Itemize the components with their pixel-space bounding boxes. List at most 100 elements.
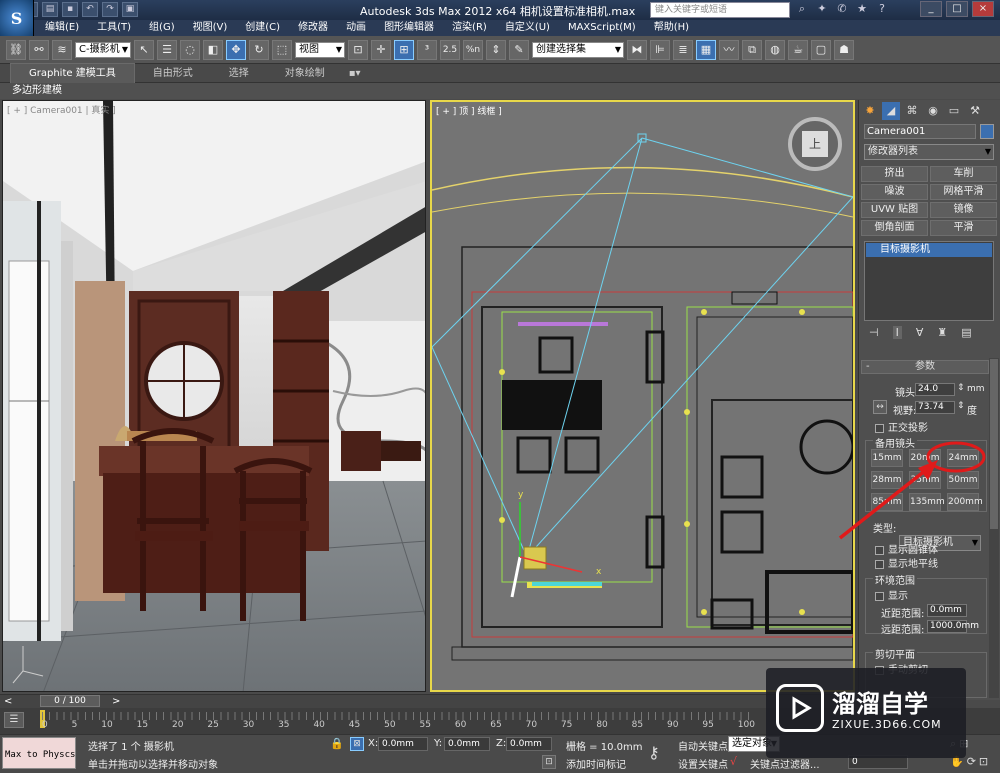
tab-object-paint[interactable]: 对象绘制 bbox=[267, 64, 343, 83]
manipulate-icon[interactable]: ✛ bbox=[371, 39, 391, 60]
modifier-list-dropdown[interactable]: 修改器列表 bbox=[864, 144, 994, 160]
ribbon-options-icon[interactable]: ▪▾ bbox=[343, 64, 367, 83]
pin-stack-icon[interactable]: ⊣ bbox=[869, 326, 879, 339]
modify-tab-icon[interactable]: ◢ bbox=[882, 102, 900, 120]
tab-selection[interactable]: 选择 bbox=[211, 64, 267, 83]
maxscript-listener[interactable]: Max to Physcs bbox=[2, 737, 76, 769]
object-name-field[interactable]: Camera001 bbox=[864, 124, 976, 139]
lathe-button[interactable]: 车削 bbox=[930, 166, 997, 182]
selection-region-icon[interactable]: ◌ bbox=[180, 39, 200, 60]
key-tangent-icon[interactable]: √ bbox=[730, 755, 737, 768]
bevel-profile-button[interactable]: 倒角剖面 bbox=[861, 220, 928, 236]
absolute-mode-icon[interactable]: ⊠ bbox=[350, 737, 364, 751]
viewcube[interactable]: 上 bbox=[788, 117, 842, 171]
polygon-modeling-label[interactable]: 多边形建模 bbox=[0, 85, 62, 96]
display-tab-icon[interactable]: ▭ bbox=[945, 102, 963, 120]
spinner-snap-icon[interactable]: ⇕ bbox=[486, 39, 506, 60]
help-icon[interactable]: ? bbox=[875, 2, 889, 16]
menu-views[interactable]: 视图(V) bbox=[184, 20, 237, 36]
minimize-button[interactable]: _ bbox=[920, 1, 942, 17]
menu-graph-editors[interactable]: 图形编辑器 bbox=[375, 20, 443, 36]
camera-viewport[interactable]: [ + ] Camera001 | 真实 ] bbox=[2, 100, 426, 692]
select-object-icon[interactable]: ↖ bbox=[134, 39, 154, 60]
make-unique-icon[interactable]: ∀ bbox=[916, 326, 924, 339]
redo-icon[interactable]: ↷ bbox=[102, 2, 118, 17]
fov-spinner-arrows[interactable]: ⇕ bbox=[957, 401, 965, 411]
key-filters-button[interactable]: 关键点过滤器... bbox=[750, 756, 820, 771]
save-icon[interactable]: ▪ bbox=[62, 2, 78, 17]
top-viewport[interactable]: y x [ + ] 顶 ] 线框 ] 上 bbox=[430, 100, 855, 692]
fov-spinner[interactable]: 73.74 bbox=[915, 401, 955, 414]
named-selection-dropdown[interactable]: 创建选择集 bbox=[532, 41, 624, 58]
time-slider-prev-icon[interactable]: < bbox=[4, 696, 12, 707]
time-slider-next-icon[interactable]: > bbox=[112, 696, 120, 707]
menu-help[interactable]: 帮助(H) bbox=[645, 20, 698, 36]
maximize-button[interactable]: □ bbox=[946, 1, 968, 17]
tab-freeform[interactable]: 自由形式 bbox=[135, 64, 211, 83]
far-range-spinner[interactable]: 1000.0mm bbox=[927, 620, 979, 633]
menu-create[interactable]: 创建(C) bbox=[236, 20, 289, 36]
select-move-icon[interactable]: ✥ bbox=[226, 39, 246, 60]
menu-customize[interactable]: 自定义(U) bbox=[496, 20, 559, 36]
lens-spinner-arrows[interactable]: ⇕ bbox=[957, 383, 965, 393]
time-slider[interactable]: < 0 / 100 > bbox=[0, 694, 855, 708]
env-show-checkbox[interactable]: 显示 bbox=[875, 587, 908, 602]
extrude-button[interactable]: 挤出 bbox=[861, 166, 928, 182]
time-tag-icon[interactable]: ⊡ bbox=[542, 755, 556, 769]
mini-curve-editor-icon[interactable]: ☰ bbox=[4, 712, 24, 728]
unlink-icon[interactable]: ⚯ bbox=[29, 39, 49, 60]
near-range-spinner[interactable]: 0.0mm bbox=[927, 604, 967, 617]
meshsmooth-button[interactable]: 网格平滑 bbox=[930, 184, 997, 200]
search-icon[interactable]: ⌕ bbox=[795, 2, 809, 16]
material-editor-icon[interactable]: ◍ bbox=[765, 39, 785, 60]
menu-animation[interactable]: 动画 bbox=[337, 20, 375, 36]
z-coordinate-field[interactable]: 0.0mm bbox=[506, 737, 552, 751]
help-search-input[interactable]: 键入关键字或短语 bbox=[650, 2, 790, 18]
camera-viewport-label[interactable]: [ + ] Camera001 | 真实 ] bbox=[7, 103, 116, 116]
uvw-map-button[interactable]: UVW 贴图 bbox=[861, 202, 928, 218]
percent-snap-icon[interactable]: %n bbox=[463, 39, 483, 60]
mirror-button[interactable]: 镜像 bbox=[930, 202, 997, 218]
smooth-button[interactable]: 平滑 bbox=[930, 220, 997, 236]
reference-coord-dropdown[interactable]: 视图 bbox=[295, 41, 345, 58]
layer-manager-icon[interactable]: ≣ bbox=[673, 39, 693, 60]
parameters-rollout-header[interactable]: - 参数 bbox=[861, 360, 989, 374]
frame-indicator[interactable]: 0 / 100 bbox=[40, 695, 100, 707]
menu-group[interactable]: 组(G) bbox=[140, 20, 184, 36]
snap-toggle-icon[interactable]: ³ bbox=[417, 39, 437, 60]
favorites-icon[interactable]: ★ bbox=[855, 2, 869, 16]
close-button[interactable]: × bbox=[972, 1, 994, 17]
set-key-icon[interactable]: ⚷ bbox=[648, 743, 660, 762]
auto-key-button[interactable]: 自动关键点 bbox=[678, 738, 728, 753]
y-coordinate-field[interactable]: 0.0mm bbox=[444, 737, 490, 751]
fov-direction-icon[interactable]: ↔ bbox=[873, 400, 887, 414]
motion-tab-icon[interactable]: ◉ bbox=[924, 102, 942, 120]
bind-spacewarp-icon[interactable]: ≋ bbox=[52, 39, 72, 60]
curve-editor-icon[interactable]: 〰 bbox=[719, 39, 739, 60]
edit-named-selection-icon[interactable]: ✎ bbox=[509, 39, 529, 60]
orbit-icon[interactable]: ⟳ bbox=[967, 755, 976, 768]
graphite-toggle-icon[interactable]: ▦ bbox=[696, 39, 716, 60]
noise-button[interactable]: 噪波 bbox=[861, 184, 928, 200]
stack-item-target-camera[interactable]: 目标摄影机 bbox=[866, 243, 992, 257]
select-rotate-icon[interactable]: ↻ bbox=[249, 39, 269, 60]
add-time-tag-button[interactable]: 添加时间标记 bbox=[566, 756, 626, 771]
object-color-swatch[interactable] bbox=[980, 124, 994, 139]
selection-lock-icon[interactable]: 🔒 bbox=[330, 737, 344, 750]
show-horizon-checkbox[interactable]: 显示地平线 bbox=[875, 555, 938, 570]
subscription-icon[interactable]: ✦ bbox=[815, 2, 829, 16]
menu-maxscript[interactable]: MAXScript(M) bbox=[559, 20, 645, 36]
rendered-frame-icon[interactable]: ▢ bbox=[811, 39, 831, 60]
lens-spinner[interactable]: 24.0 bbox=[915, 383, 955, 396]
select-scale-icon[interactable]: ⬚ bbox=[272, 39, 292, 60]
window-crossing-icon[interactable]: ◧ bbox=[203, 39, 223, 60]
show-horizon-check-icon[interactable] bbox=[875, 559, 884, 569]
render-setup-icon[interactable]: ☕ bbox=[788, 39, 808, 60]
maximize-viewport-icon[interactable]: ⊡ bbox=[979, 755, 988, 768]
remove-modifier-icon[interactable]: ♜ bbox=[937, 326, 947, 339]
menu-rendering[interactable]: 渲染(R) bbox=[443, 20, 496, 36]
menu-modifiers[interactable]: 修改器 bbox=[289, 20, 337, 36]
communication-icon[interactable]: ✆ bbox=[835, 2, 849, 16]
undo-icon[interactable]: ↶ bbox=[82, 2, 98, 17]
render-production-icon[interactable]: ☗ bbox=[834, 39, 854, 60]
